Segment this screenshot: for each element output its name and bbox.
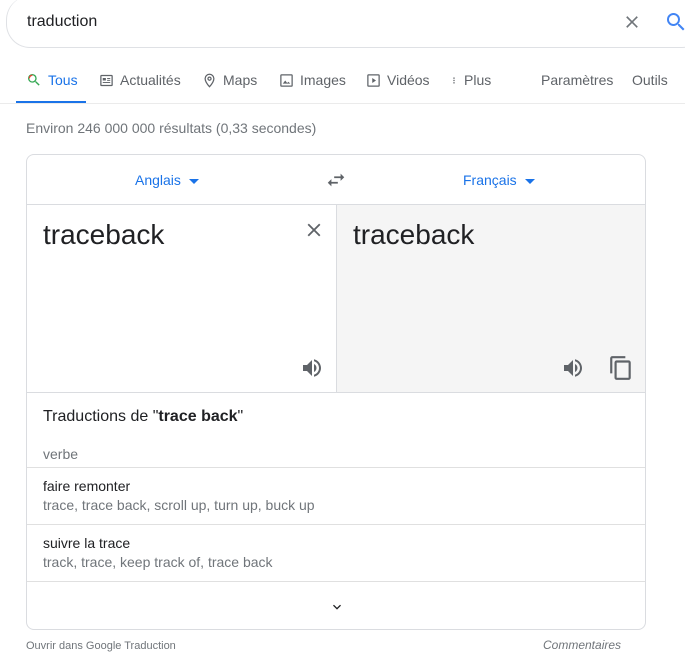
source-text[interactable]: traceback xyxy=(43,219,164,251)
chevron-down-icon xyxy=(333,604,341,610)
settings-link[interactable]: Paramètres xyxy=(541,72,613,88)
tab-label: Actualités xyxy=(120,72,181,88)
tabs-divider xyxy=(0,103,685,104)
speaker-icon[interactable] xyxy=(561,356,585,380)
search-tabs: Tous Actualités Maps Images Vidéos Plus … xyxy=(0,62,685,104)
speaker-icon[interactable] xyxy=(300,356,324,380)
source-language-label: Anglais xyxy=(135,172,181,188)
image-icon xyxy=(280,73,293,87)
tab-tous[interactable]: Tous xyxy=(26,72,78,88)
source-text-pane[interactable]: traceback xyxy=(27,205,337,392)
language-selector-row: Anglais Français xyxy=(27,155,645,205)
tab-label: Plus xyxy=(464,72,492,88)
source-language-select[interactable]: Anglais xyxy=(135,172,199,188)
tab-label: Tous xyxy=(48,72,78,88)
tools-link[interactable]: Outils xyxy=(632,72,668,88)
caret-down-icon xyxy=(524,178,535,184)
result-stats: Environ 246 000 000 résultats (0,33 seco… xyxy=(26,120,317,136)
dictionary-entry[interactable]: faire remonter trace, trace back, scroll… xyxy=(27,467,645,524)
swap-languages-icon[interactable] xyxy=(325,169,347,191)
tab-label: Images xyxy=(300,72,346,88)
dictionary-title: Traductions de "trace back" xyxy=(43,408,243,426)
close-icon[interactable] xyxy=(303,219,325,241)
translation-card: Anglais Français traceback traceback Tra… xyxy=(26,154,646,630)
feedback-link[interactable]: Commentaires xyxy=(543,638,621,652)
expand-more-button[interactable] xyxy=(27,581,645,629)
settings-label: Paramètres xyxy=(541,72,614,88)
clear-icon[interactable] xyxy=(622,12,642,32)
map-pin-icon xyxy=(204,73,215,88)
tab-images[interactable]: Images xyxy=(279,72,346,88)
more-vert-icon xyxy=(453,76,455,84)
tab-actualites[interactable]: Actualités xyxy=(99,72,181,88)
pane-divider xyxy=(27,392,645,393)
dictionary-entry[interactable]: suivre la trace track, trace, keep track… xyxy=(27,524,645,581)
dictionary-term: trace back xyxy=(158,408,238,425)
tab-maps[interactable]: Maps xyxy=(202,72,257,88)
target-language-select[interactable]: Français xyxy=(463,172,535,188)
search-input[interactable]: traduction xyxy=(27,13,97,31)
tab-label: Maps xyxy=(223,72,258,88)
dictionary-title-prefix: Traductions de " xyxy=(43,408,159,425)
target-text-pane: traceback xyxy=(337,205,645,392)
entry-synonyms: trace, trace back, scroll up, turn up, b… xyxy=(43,497,315,513)
target-text: traceback xyxy=(353,219,475,250)
copy-icon[interactable] xyxy=(608,355,634,381)
tab-videos[interactable]: Vidéos xyxy=(366,72,430,88)
caret-down-icon xyxy=(188,178,199,184)
part-of-speech: verbe xyxy=(43,446,79,462)
dictionary-title-suffix: " xyxy=(237,408,244,425)
open-google-translate-link[interactable]: Ouvrir dans Google Traduction xyxy=(26,640,176,652)
entry-synonyms: track, trace, keep track of, trace back xyxy=(43,554,273,570)
entry-word: suivre la trace xyxy=(43,535,131,551)
news-icon xyxy=(100,74,113,86)
target-language-label: Français xyxy=(463,172,517,188)
tab-label: Vidéos xyxy=(387,72,430,88)
video-icon xyxy=(367,73,380,87)
search-bar[interactable]: traduction xyxy=(6,0,685,48)
tools-label: Outils xyxy=(632,72,668,88)
entry-word: faire remonter xyxy=(43,478,131,494)
search-icon[interactable] xyxy=(664,10,685,34)
tab-plus[interactable]: Plus xyxy=(450,72,491,88)
search-icon xyxy=(28,74,40,86)
